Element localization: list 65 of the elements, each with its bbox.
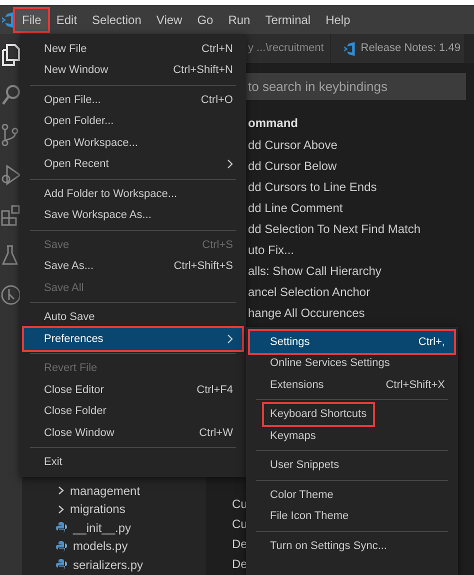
- menu-item[interactable]: Add Folder to Workspace...: [24, 183, 242, 204]
- menu-item[interactable]: Close Window Ctrl+W: [24, 422, 242, 444]
- source-control-icon[interactable]: [1, 124, 19, 146]
- menu-item[interactable]: Auto Save: [24, 306, 242, 328]
- command-name: dd Selection To Next Find Match: [248, 221, 421, 238]
- command-name: De: [232, 536, 248, 553]
- menu-item[interactable]: Keyboard Shortcuts: [250, 404, 454, 425]
- menu-item[interactable]: Color Theme: [250, 484, 454, 506]
- menu-item[interactable]: Settings Ctrl+,: [250, 331, 454, 352]
- menu-item[interactable]: Edit: [49, 8, 84, 30]
- file-tree-item[interactable]: models.py: [73, 537, 128, 556]
- shortcut-label: Ctrl+Shift+S: [174, 259, 233, 274]
- file-tree-item[interactable]: serializers.py: [73, 556, 144, 574]
- shortcut-label: Ctrl+Shift+X: [386, 378, 445, 392]
- editor-tab[interactable]: Release Notes: 1.49: [330, 34, 466, 63]
- menu-item[interactable]: Open Folder...: [24, 110, 242, 132]
- command-name: dd Line Comment: [248, 200, 343, 217]
- flask-icon[interactable]: [1, 244, 19, 266]
- command-name: dd Cursor Above: [248, 137, 338, 154]
- menu-item[interactable]: File Icon Theme: [250, 506, 454, 527]
- command-name: uto Fix...: [248, 242, 294, 259]
- run-debug-icon[interactable]: [1, 164, 21, 186]
- file-tree-item[interactable]: management: [70, 482, 140, 500]
- menu-item[interactable]: Help: [318, 8, 358, 30]
- menu-item[interactable]: User Snippets: [250, 454, 454, 476]
- shortcut-label: Ctrl+W: [199, 426, 233, 440]
- annotation-highlight: Keyboard Shortcuts: [262, 402, 375, 426]
- vscode-logo-icon: [342, 42, 356, 56]
- command-name: dd Cursors to Line Ends: [248, 179, 377, 196]
- python-file-icon: [56, 540, 67, 552]
- git-graph-icon[interactable]: [1, 284, 21, 306]
- shortcut-label: Ctrl+,: [418, 334, 445, 350]
- menu-item[interactable]: Extensions Ctrl+Shift+X: [250, 374, 454, 396]
- shortcut-label: Ctrl+S: [202, 238, 233, 252]
- python-file-icon: [56, 522, 67, 534]
- python-file-icon: [56, 559, 67, 570]
- menu-item[interactable]: Preferences: [24, 328, 242, 350]
- menu-item[interactable]: Close Folder: [24, 400, 242, 422]
- extensions-icon[interactable]: [1, 204, 21, 226]
- file-tree-item[interactable]: __init__.py: [73, 518, 132, 537]
- file-tree-item[interactable]: migrations: [70, 500, 126, 518]
- command-name: dd Cursor Below: [248, 158, 337, 175]
- column-header: ommand: [248, 115, 298, 132]
- menu-item[interactable]: Keymaps: [250, 425, 454, 446]
- menu-item[interactable]: Open Recent: [24, 154, 242, 175]
- menu-item[interactable]: Go: [190, 8, 220, 30]
- command-name: hange All Occurences: [248, 305, 365, 322]
- menu-item[interactable]: Exit: [24, 452, 242, 473]
- shortcut-label: Ctrl+F4: [196, 382, 233, 398]
- menu-item[interactable]: Save As... Ctrl+Shift+S: [24, 256, 242, 277]
- command-name: De: [232, 556, 248, 573]
- menu-item[interactable]: Close Editor Ctrl+F4: [24, 379, 242, 400]
- menu-item[interactable]: Run: [221, 8, 258, 30]
- menu-item[interactable]: Selection: [85, 8, 148, 30]
- files-icon[interactable]: [1, 44, 21, 66]
- command-name: ancel Selection Anchor: [248, 284, 370, 301]
- menu-item[interactable]: Online Services Settings: [250, 352, 454, 374]
- menu-item[interactable]: Open Workspace...: [24, 132, 242, 154]
- menu-item[interactable]: Save Workspace As...: [24, 204, 242, 226]
- menu-item[interactable]: Terminal: [258, 8, 318, 30]
- menu-item[interactable]: View: [149, 8, 190, 30]
- menu-item[interactable]: Turn on Settings Sync...: [250, 535, 454, 556]
- menu-item[interactable]: File: [15, 8, 48, 30]
- command-name: alls: Show Call Hierarchy: [248, 263, 382, 280]
- search-icon[interactable]: [1, 84, 21, 106]
